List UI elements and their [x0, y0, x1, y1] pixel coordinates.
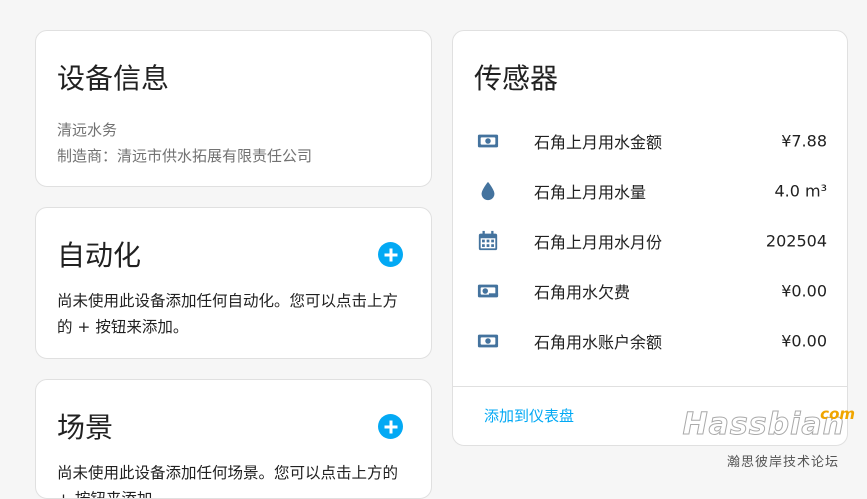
- add-to-dashboard-button[interactable]: 添加到仪表盘: [484, 405, 574, 426]
- sensor-value: ¥0.00: [781, 281, 827, 301]
- automation-title: 自动化: [57, 239, 142, 272]
- cash-minus-icon: [477, 280, 499, 302]
- scene-hint: 尚未使用此设备添加任何场景。您可以点击上方的 + 按钮来添加。: [57, 464, 399, 499]
- watermark-suffix: com: [820, 405, 855, 423]
- sensors-title: 传感器: [474, 62, 559, 95]
- sensor-row[interactable]: 石角上月用水月份 202504: [453, 216, 847, 266]
- sensor-name: 石角用水账户余额: [534, 333, 663, 352]
- sensor-name: 石角上月用水月份: [534, 233, 663, 252]
- sensor-row[interactable]: 石角用水账户余额 ¥0.00: [453, 316, 847, 366]
- cash-icon: [477, 330, 499, 352]
- watermark-subtitle: 瀚思彼岸技术论坛: [726, 455, 839, 470]
- calendar-icon: [477, 230, 499, 252]
- cash-icon: [477, 130, 499, 152]
- sensor-row[interactable]: 石角上月用水量 4.0 m³: [453, 166, 847, 216]
- sensor-name: 石角上月用水金额: [534, 133, 663, 152]
- sensor-row[interactable]: 石角上月用水金额 ¥7.88: [453, 116, 847, 166]
- automation-card: 自动化 尚未使用此设备添加任何自动化。您可以点击上方的 + 按钮来添加。: [35, 207, 432, 359]
- sensor-value: 4.0 m³: [774, 181, 827, 201]
- water-icon: [477, 180, 499, 202]
- card-divider: [453, 386, 847, 387]
- scene-title: 场景: [57, 411, 114, 444]
- automation-hint: 尚未使用此设备添加任何自动化。您可以点击上方的 + 按钮来添加。: [57, 292, 399, 336]
- sensor-name: 石角上月用水量: [534, 183, 647, 202]
- sensor-row[interactable]: 石角用水欠费 ¥0.00: [453, 266, 847, 316]
- device-model-link[interactable]: 清远水务: [57, 119, 117, 140]
- device-info-title: 设备信息: [57, 62, 170, 95]
- device-info-card: 设备信息 清远水务 制造商：清远市供水拓展有限责任公司: [35, 30, 432, 187]
- add-automation-button[interactable]: [378, 242, 403, 267]
- device-manufacturer: 制造商：清远市供水拓展有限责任公司: [57, 147, 313, 165]
- sensor-name: 石角用水欠费: [534, 283, 631, 302]
- sensor-value: 202504: [765, 231, 827, 251]
- watermark: Hassbian com 瀚思彼岸技术论坛: [682, 405, 857, 475]
- scene-card: 场景 尚未使用此设备添加任何场景。您可以点击上方的 + 按钮来添加。: [35, 379, 432, 499]
- sensor-value: ¥7.88: [781, 131, 827, 151]
- sensors-card: 传感器 石角上月用水金额 ¥7.88 石角上月用水量 4.0 m³ 石角上月用水…: [452, 30, 848, 446]
- add-scene-button[interactable]: [378, 414, 403, 439]
- sensor-value: ¥0.00: [781, 331, 827, 351]
